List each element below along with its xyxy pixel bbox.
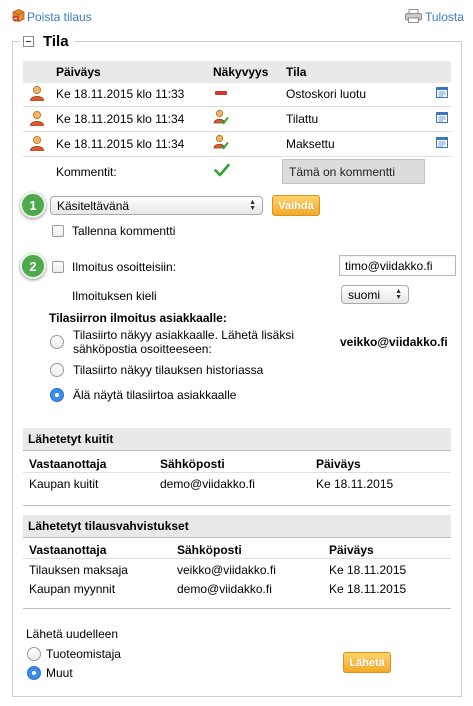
customer-visible-icon xyxy=(213,109,229,125)
history-row-3-status: Maksettu xyxy=(286,137,335,151)
details-icon[interactable] xyxy=(436,87,448,98)
collapse-toggle-icon[interactable] xyxy=(23,35,34,47)
comment-display: Tämä on kommentti xyxy=(282,159,425,184)
section-divider xyxy=(23,537,451,538)
step-1-badge: 1 xyxy=(20,192,46,218)
row-divider xyxy=(23,106,451,107)
resend-other-label: Muut xyxy=(46,666,73,680)
section-legend: Tila xyxy=(20,31,74,51)
confirmation-2-date: Ke 18.11.2015 xyxy=(329,582,407,596)
confirmation-1-email: veikko@viidakko.fi xyxy=(177,563,276,577)
delete-order-icon[interactable] xyxy=(12,9,25,22)
receipts-col-recipient: Vastaanottaja xyxy=(29,457,107,471)
notify-email-input[interactable]: timo@viidakko.fi xyxy=(339,255,456,276)
option-2-label: Tilasiirto näkyy tilauksen historiassa xyxy=(73,363,264,377)
confirmation-2-recipient: Kaupan myynnit xyxy=(29,582,116,596)
receipt-recipient: Kaupan kuitit xyxy=(29,477,99,491)
confirmations-col-date: Päiväys xyxy=(329,543,374,557)
language-select[interactable]: suomi ▲ ▼ xyxy=(341,285,409,304)
option-3-label: Älä näytä tilasiirtoa asiakkaalle xyxy=(73,388,237,402)
history-row-1-status: Ostoskori luotu xyxy=(286,87,367,101)
user-icon xyxy=(29,110,45,126)
save-comment-label: Tallenna kommentti xyxy=(72,224,176,238)
history-row-2-date: Ke 18.11.2015 klo 11:34 xyxy=(56,112,185,126)
details-icon[interactable] xyxy=(436,137,448,148)
row-divider xyxy=(23,558,451,559)
section-title: Tila xyxy=(43,32,69,50)
resend-other-radio[interactable] xyxy=(27,666,41,680)
confirmation-1-recipient: Tilauksen maksaja xyxy=(29,563,128,577)
comments-label: Kommentit: xyxy=(56,165,117,179)
history-col-date: Päiväys xyxy=(56,65,101,79)
hide-from-customer-radio[interactable] xyxy=(50,388,64,402)
receipts-col-email: Sähköposti xyxy=(160,457,225,471)
delete-order-link[interactable]: Poista tilaus xyxy=(27,10,92,24)
resend-owner-radio[interactable] xyxy=(27,647,41,661)
change-status-button[interactable]: Vaihda xyxy=(272,195,320,216)
user-icon xyxy=(29,85,45,101)
confirmations-col-recipient: Vastaanottaja xyxy=(29,543,107,557)
section-divider xyxy=(23,505,451,506)
confirmations-header: Lähetetyt tilausvahvistukset xyxy=(23,515,451,537)
receipt-email: demo@viidakko.fi xyxy=(160,477,255,491)
receipts-header: Lähetetyt kuitit xyxy=(23,428,451,450)
notify-label: Ilmoitus osoitteisiin: xyxy=(72,260,177,274)
row-divider xyxy=(23,131,451,132)
notify-checkbox[interactable] xyxy=(52,261,64,273)
step-2-badge: 2 xyxy=(20,253,46,279)
hidden-visibility-icon xyxy=(215,91,227,95)
section-divider xyxy=(23,450,451,451)
row-divider xyxy=(23,472,451,473)
resend-owner-label: Tuoteomistaja xyxy=(46,647,121,661)
language-label: Ilmoituksen kieli xyxy=(72,289,157,303)
save-comment-checkbox[interactable] xyxy=(52,225,64,237)
option-1-line-1: Tilasiirto näkyy asiakkaalle. Lähetä lis… xyxy=(73,328,294,342)
send-button[interactable]: Lähetä xyxy=(343,652,391,673)
customer-visible-icon xyxy=(213,134,229,150)
notify-customer-email-radio[interactable] xyxy=(50,335,64,349)
print-link[interactable]: Tulosta xyxy=(425,10,464,24)
row-divider xyxy=(23,156,451,157)
history-col-status: Tila xyxy=(286,65,307,79)
confirmation-2-email: demo@viidakko.fi xyxy=(177,582,272,596)
confirmation-1-date: Ke 18.11.2015 xyxy=(329,563,407,577)
receipt-date: Ke 18.11.2015 xyxy=(316,477,394,491)
print-icon[interactable] xyxy=(405,9,422,23)
language-select-value: suomi xyxy=(348,287,381,302)
confirmations-col-email: Sähköposti xyxy=(177,543,242,557)
history-col-visibility: Näkyvyys xyxy=(213,65,269,79)
option-1-line-2: sähköpostia osoitteeseen: xyxy=(73,342,212,356)
details-icon[interactable] xyxy=(436,112,448,123)
resend-title: Lähetä uudelleen xyxy=(26,627,119,641)
section-divider xyxy=(23,608,451,609)
select-arrows-icon: ▲ ▼ xyxy=(249,198,256,212)
user-icon xyxy=(29,135,45,151)
receipts-col-date: Päiväys xyxy=(316,457,361,471)
status-select[interactable]: Käsiteltävänä ▲ ▼ xyxy=(50,196,263,215)
customer-email: veikko@viidakko.fi xyxy=(340,335,448,349)
history-row-1-date: Ke 18.11.2015 klo 11:33 xyxy=(56,87,185,101)
history-row-3-date: Ke 18.11.2015 klo 11:34 xyxy=(56,137,185,151)
checkmark-icon xyxy=(214,163,230,177)
show-in-history-radio[interactable] xyxy=(50,363,64,377)
customer-notice-title: Tilasiirron ilmoitus asiakkaalle: xyxy=(49,311,227,325)
select-arrows-icon: ▲ ▼ xyxy=(395,287,402,301)
status-select-value: Käsiteltävänä xyxy=(57,198,130,213)
history-row-2-status: Tilattu xyxy=(286,112,319,126)
